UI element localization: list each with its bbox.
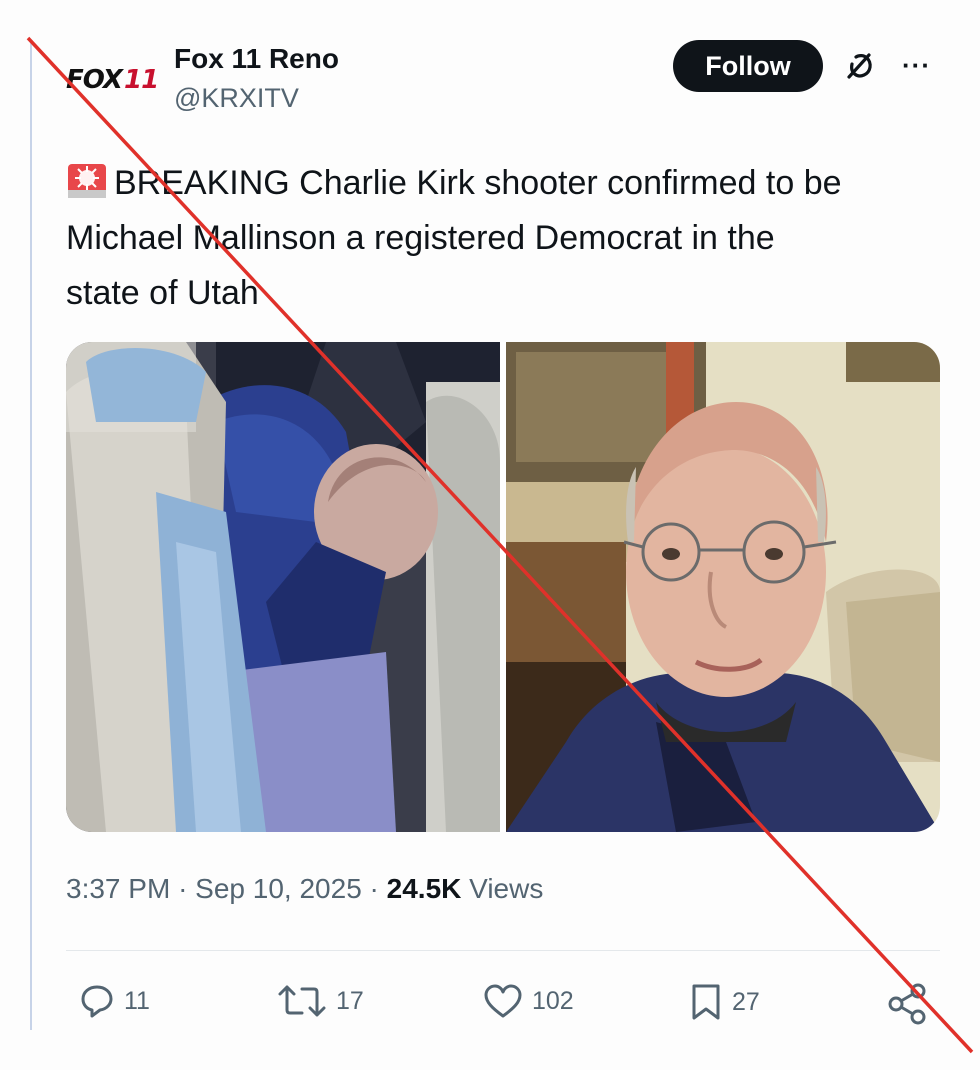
bookmark-button[interactable]: 27 [688, 982, 760, 1022]
meta-separator: · [369, 873, 379, 904]
share-button[interactable] [886, 982, 938, 1026]
like-count: 102 [532, 986, 574, 1015]
repost-button[interactable]: 17 [276, 982, 364, 1020]
like-button[interactable]: 102 [482, 982, 574, 1020]
rotating-light-icon [68, 164, 106, 198]
divider [66, 950, 940, 951]
account-handle[interactable]: @KRXITV [174, 80, 339, 116]
crowd-photo [66, 342, 500, 832]
views-label: Views [469, 873, 544, 904]
tweet-meta: 3:37 PM · Sep 10, 2025 · 24.5K Views [66, 873, 543, 905]
logo-text: FOX [66, 65, 123, 95]
bookmark-icon [692, 984, 720, 1020]
grok-icon[interactable] [840, 46, 880, 86]
tweet-screenshot: FOX 11 Fox 11 Reno @KRXITV Follow ··· BR… [0, 0, 980, 1070]
account-name[interactable]: Fox 11 Reno [174, 42, 339, 76]
repost-count: 17 [336, 986, 364, 1015]
tweet-time[interactable]: 3:37 PM [66, 873, 170, 904]
tweet-text-line-3: state of Utah [66, 274, 259, 312]
tweet-text: BREAKING Charlie Kirk shooter confirmed … [66, 156, 946, 321]
logo-number: 11 [123, 65, 159, 95]
tweet-date[interactable]: Sep 10, 2025 [195, 873, 362, 904]
reply-count: 11 [124, 986, 150, 1015]
meta-separator: · [178, 873, 188, 904]
bookmark-count: 27 [732, 987, 760, 1016]
reply-button[interactable]: 11 [78, 982, 150, 1020]
tweet-media[interactable] [66, 342, 940, 832]
follow-button[interactable]: Follow [673, 40, 823, 92]
tweet-text-line-2: Michael Mallinson a registered Democrat … [66, 219, 775, 257]
views-count: 24.5K [386, 873, 462, 904]
portrait-photo [506, 342, 940, 832]
share-icon [888, 983, 926, 1025]
heart-icon [484, 984, 522, 1018]
left-border [30, 40, 32, 1030]
more-options-icon[interactable]: ··· [902, 50, 931, 81]
media-photo-right[interactable] [506, 342, 940, 832]
reply-icon [81, 985, 113, 1018]
tweet-text-line-1: BREAKING Charlie Kirk shooter confirmed … [66, 156, 946, 211]
tweet-text-content-1: BREAKING Charlie Kirk shooter confirmed … [114, 164, 842, 202]
author-block: Fox 11 Reno @KRXITV [174, 42, 339, 116]
repost-icon [278, 985, 326, 1017]
account-avatar-logo[interactable]: FOX 11 [66, 60, 159, 100]
media-photo-left[interactable] [66, 342, 500, 832]
